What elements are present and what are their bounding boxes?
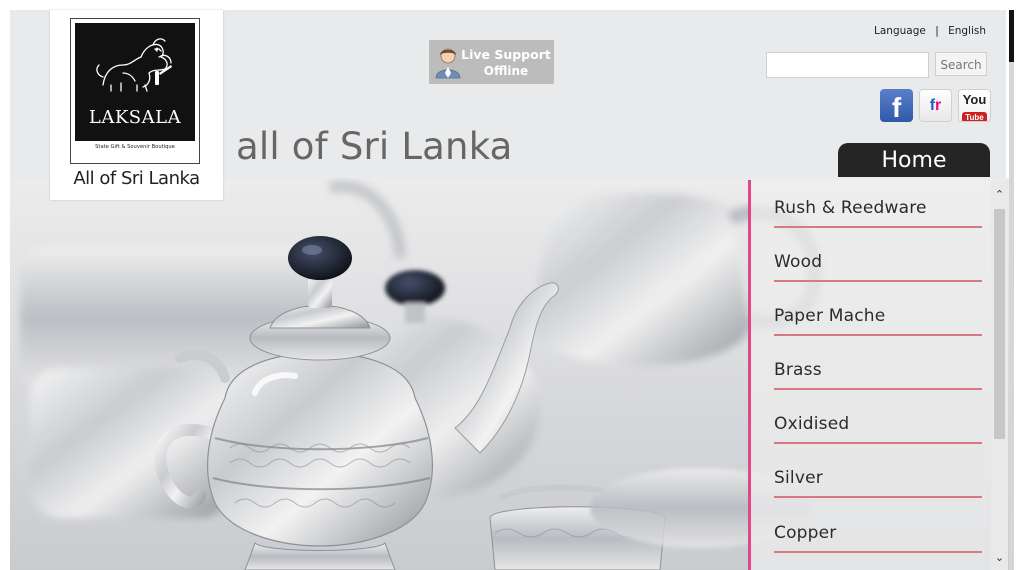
live-support-status: Offline <box>483 64 529 78</box>
menu-item-rush-reedware[interactable]: Rush & Reedware <box>774 198 982 228</box>
window-edge <box>1009 10 1014 62</box>
youtube-glyph-tube: Tube <box>962 112 987 121</box>
language-english-link[interactable]: English <box>948 25 986 37</box>
site-logo[interactable]: LAKSALA State Gift & Souvenir Boutique A… <box>50 10 223 200</box>
menu-scrollbar[interactable]: ⌃ ⌄ <box>991 181 1008 570</box>
flickr-icon[interactable]: fr <box>919 89 952 122</box>
window-edge-lower <box>1009 62 1014 570</box>
facebook-icon[interactable]: f <box>880 89 913 122</box>
flickr-glyph-r: r <box>935 97 942 114</box>
site-title: all of Sri Lanka <box>236 125 513 168</box>
support-agent-icon <box>435 48 461 79</box>
language-selector[interactable]: Language | English <box>874 25 986 37</box>
home-tab[interactable]: Home <box>838 143 990 177</box>
menu-item-copper[interactable]: Copper <box>774 523 982 553</box>
live-support-title: Live Support <box>461 47 551 62</box>
menu-item-brass[interactable]: Brass <box>774 360 982 390</box>
language-label: Language <box>874 25 926 37</box>
scroll-down-icon[interactable]: ⌄ <box>991 550 1008 566</box>
search-input[interactable] <box>766 52 929 78</box>
live-support-button[interactable]: Live Support Offline <box>429 40 554 84</box>
logo-frame: LAKSALA State Gift & Souvenir Boutique <box>70 18 200 164</box>
menu-item-wood[interactable]: Wood <box>774 252 982 282</box>
logo-wordmark: LAKSALA <box>88 107 182 128</box>
logo-emblem: LAKSALA <box>75 23 195 141</box>
menu-item-oxidised[interactable]: Oxidised <box>774 414 982 444</box>
logo-tagline: All of Sri Lanka <box>73 168 200 189</box>
youtube-icon[interactable]: You Tube <box>958 89 991 122</box>
language-separator: | <box>935 25 939 37</box>
menu-item-paper-mache[interactable]: Paper Mache <box>774 306 982 336</box>
category-menu: Rush & Reedware Wood Paper Mache Brass O… <box>748 180 992 570</box>
lion-icon <box>96 38 172 92</box>
youtube-glyph-you: You <box>962 92 987 107</box>
menu-item-silver[interactable]: Silver <box>774 468 982 498</box>
search-button[interactable]: Search <box>935 52 987 76</box>
logo-caption: State Gift & Souvenir Boutique <box>95 144 175 150</box>
facebook-glyph: f <box>891 92 902 122</box>
page: LAKSALA State Gift & Souvenir Boutique A… <box>0 0 1020 570</box>
scroll-up-icon[interactable]: ⌃ <box>991 187 1008 203</box>
scroll-thumb[interactable] <box>994 209 1005 439</box>
